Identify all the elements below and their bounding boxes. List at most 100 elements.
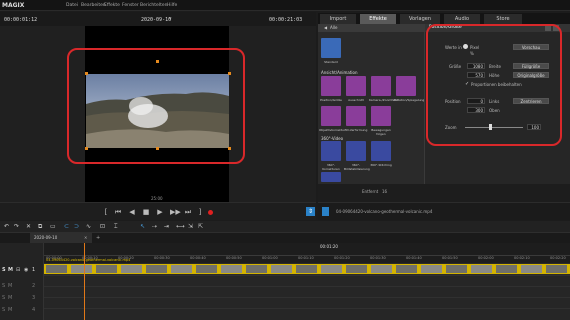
group-icon[interactable]: ⊃: [74, 224, 79, 230]
redo-icon[interactable]: ↷: [14, 224, 19, 230]
menu-bearbeiten[interactable]: Bearbeiten: [81, 3, 106, 8]
paste-icon[interactable]: ▭: [50, 224, 56, 230]
pointer-icon[interactable]: ↖: [140, 224, 145, 230]
add-tab-icon[interactable]: +: [96, 236, 100, 241]
playhead[interactable]: [84, 243, 85, 320]
tab-import[interactable]: Import: [320, 14, 356, 24]
menu-effekte[interactable]: Effekte: [104, 3, 120, 8]
stretch-icon[interactable]: ⟷: [176, 224, 185, 230]
transport-bar: [ ⏮ ◀ ■ ▶ ▶▶ ⏭ ] ⇕: [0, 202, 316, 220]
tile-crop[interactable]: [346, 76, 366, 96]
tile-360-more[interactable]: [321, 172, 341, 182]
insert-icon[interactable]: ⇲: [188, 224, 193, 230]
undo-icon[interactable]: ↶: [4, 224, 9, 230]
lock-icon[interactable]: ⊟: [16, 268, 20, 273]
tile-camera-zoom[interactable]: [371, 76, 391, 96]
menu-fenster[interactable]: Fenster: [122, 3, 139, 8]
video-clip[interactable]: [44, 264, 570, 274]
ruler-tick-label: 00:00:50: [226, 256, 242, 260]
menu-hilfe[interactable]: Hilfe: [167, 3, 177, 8]
resize-handle[interactable]: [228, 147, 231, 150]
prev-marker-icon[interactable]: [: [102, 208, 110, 216]
marker-icon[interactable]: ⊡: [100, 224, 105, 230]
tile-3d[interactable]: [346, 106, 366, 126]
tile-lens[interactable]: [321, 106, 341, 126]
track-header-4: S M 4: [2, 305, 42, 316]
mute-button[interactable]: M: [8, 296, 12, 301]
tab-effekte[interactable]: Effekte: [360, 14, 396, 24]
tab-store[interactable]: Store: [484, 14, 522, 24]
tile-standard[interactable]: [321, 38, 341, 58]
solo-button[interactable]: S: [2, 268, 6, 273]
copy-icon[interactable]: ⧉: [38, 224, 42, 230]
mute-button[interactable]: M: [8, 268, 13, 273]
app-logo: MAGIX: [2, 2, 25, 9]
resize-handle[interactable]: [156, 147, 159, 150]
clip-thumbnail: [546, 265, 567, 273]
close-icon[interactable]: ✕: [84, 236, 87, 240]
menu-datei[interactable]: Datei: [66, 3, 78, 8]
mute-button[interactable]: M: [8, 308, 12, 313]
snap-icon[interactable]: ⊂: [64, 224, 69, 230]
tile-360-stabilization[interactable]: [346, 141, 366, 161]
ruler-tick-label: 00:02:20: [550, 256, 566, 260]
delete-icon[interactable]: ✕: [26, 224, 31, 230]
tile-tracking[interactable]: [371, 106, 391, 126]
razor-icon[interactable]: ⌶: [114, 224, 118, 230]
solo-button[interactable]: S: [2, 296, 5, 301]
filter-label[interactable]: Alle: [330, 26, 337, 30]
tile-360-correction[interactable]: [321, 141, 341, 161]
sync-icon[interactable]: [322, 207, 329, 216]
menu-berichtelten[interactable]: Berichtelten: [140, 3, 167, 8]
rewind-icon[interactable]: ◀: [128, 208, 136, 216]
next-marker-icon[interactable]: ]: [196, 208, 204, 216]
tile-position-size[interactable]: [321, 76, 341, 96]
stop-icon[interactable]: ■: [142, 208, 150, 216]
tile-360-stitching[interactable]: [371, 141, 391, 161]
overwrite-icon[interactable]: ⇱: [198, 224, 203, 230]
clip-thumbnail: [346, 265, 367, 273]
menu-bar: MAGIX Datei Bearbeiten Effekte Fenster B…: [0, 0, 570, 11]
skip-back-icon[interactable]: ⏮: [114, 208, 122, 216]
resize-handle[interactable]: [85, 72, 88, 75]
solo-button[interactable]: S: [2, 308, 5, 313]
right-clip-name: 04-09064420-volcano-geothermal-volcanic.…: [336, 209, 433, 214]
split-icon[interactable]: ∿: [86, 224, 91, 230]
highlight-frame-props: [426, 24, 562, 146]
track-3[interactable]: [44, 286, 570, 297]
tab-project[interactable]: 2020-09-10 ✕: [30, 233, 92, 243]
play-icon[interactable]: ▶: [156, 208, 164, 216]
track-2[interactable]: [44, 275, 570, 286]
visibility-icon[interactable]: ◉: [24, 268, 28, 273]
clip-thumbnail: [471, 265, 492, 273]
tab-vorlagen[interactable]: Vorlagen: [400, 14, 440, 24]
tile-rotation[interactable]: [396, 76, 416, 96]
track-number: 1: [32, 267, 36, 273]
track-5[interactable]: [44, 308, 570, 320]
back-icon[interactable]: ◀: [324, 26, 327, 30]
track-4[interactable]: [44, 297, 570, 308]
timeline-toolbar: ↶ ↷ ✕ ⧉ ▭ ⊂ ⊃ ∿ ⊡ ⌶ ↖ ⇢ ⇥ ⟷ ⇲ ⇱: [0, 221, 570, 233]
catalog-header: ◀ Alle: [318, 24, 424, 32]
range-icon[interactable]: ⇢: [152, 224, 157, 230]
fullscreen-icon[interactable]: ⇕: [306, 207, 315, 216]
resize-handle[interactable]: [85, 147, 88, 150]
record-icon[interactable]: [208, 210, 213, 215]
ruler-tick-label: 00:00:40: [190, 256, 206, 260]
fast-forward-icon[interactable]: ▶▶: [170, 208, 181, 216]
chevron-down-icon[interactable]: ▾: [169, 17, 172, 22]
resize-handle[interactable]: [228, 72, 231, 75]
ruler-tick-label: 00:00:30: [154, 256, 170, 260]
tab-audio[interactable]: Audio: [444, 14, 480, 24]
track-headers: S M ⊟ ◉ 1 S M 2 S M 3 S M 4: [0, 243, 44, 320]
mute-button[interactable]: M: [8, 284, 12, 289]
skip-forward-icon[interactable]: ⏭: [184, 208, 192, 216]
rotate-handle[interactable]: [156, 60, 159, 63]
clip-thumbnail: [196, 265, 217, 273]
clip-thumbnail: [496, 265, 517, 273]
marker-time: 00:01:20: [320, 244, 338, 249]
date-label[interactable]: 2020-09-10: [141, 17, 171, 23]
trim-icon[interactable]: ⇥: [164, 224, 169, 230]
solo-button[interactable]: S: [2, 284, 5, 289]
tile-standard-label: Standard: [324, 60, 338, 64]
